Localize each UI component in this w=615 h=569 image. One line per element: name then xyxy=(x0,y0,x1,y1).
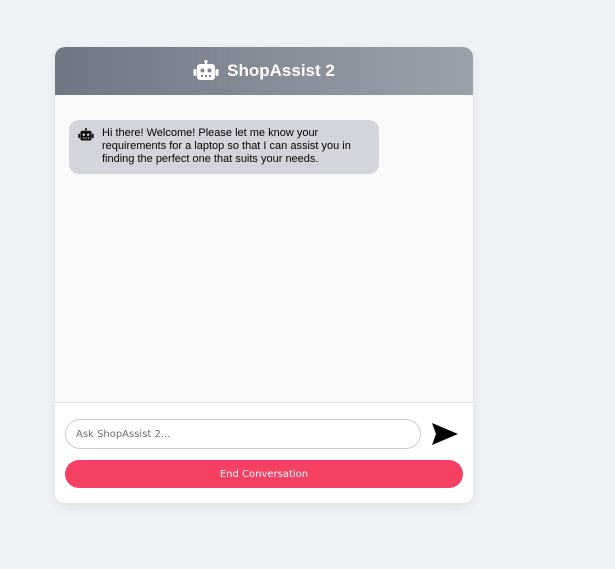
chat-window: ShopAssist 2 Hi there! Welcome! Please l xyxy=(55,47,473,503)
end-conversation-button[interactable]: End Conversation xyxy=(65,460,463,488)
chat-input[interactable] xyxy=(65,419,421,449)
chat-header: ShopAssist 2 xyxy=(55,47,473,95)
send-button[interactable] xyxy=(431,421,459,447)
robot-icon xyxy=(193,60,219,82)
send-arrow-icon xyxy=(432,423,458,445)
input-row xyxy=(65,419,463,449)
bot-message: Hi there! Welcome! Please let me know yo… xyxy=(69,120,379,174)
robot-icon xyxy=(78,128,94,142)
chat-footer: End Conversation xyxy=(55,402,473,503)
chat-title: ShopAssist 2 xyxy=(227,61,335,80)
message-list: Hi there! Welcome! Please let me know yo… xyxy=(55,95,473,402)
bot-message-text: Hi there! Welcome! Please let me know yo… xyxy=(102,127,351,165)
